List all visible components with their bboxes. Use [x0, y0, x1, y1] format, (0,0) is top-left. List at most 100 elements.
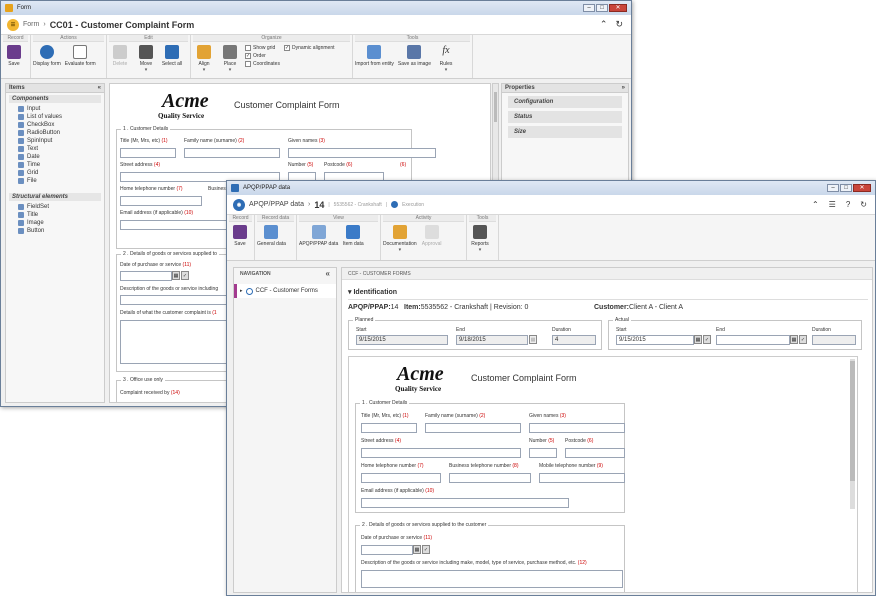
refresh-icon[interactable]: ↻ [615, 19, 623, 30]
property-section-status[interactable]: Status [508, 111, 622, 123]
save-button[interactable]: Save [3, 45, 25, 67]
email-input[interactable] [120, 220, 228, 230]
form-logo-icon: ☰ [7, 18, 19, 31]
group-label: Record [3, 35, 28, 42]
actual-end-input[interactable] [716, 335, 790, 345]
minimize-button[interactable]: – [827, 184, 839, 192]
number-input[interactable] [529, 448, 557, 458]
order-checkbox[interactable]: ✓ Order [245, 53, 280, 59]
save-as-image-button[interactable]: Save as image [398, 45, 431, 67]
close-button[interactable]: ✕ [853, 184, 871, 192]
save-button[interactable]: Save [229, 225, 251, 247]
postcode-input[interactable] [565, 448, 625, 458]
refresh-icon[interactable]: ↻ [860, 200, 867, 209]
group-label: Tools [469, 215, 496, 222]
file-icon [18, 178, 24, 184]
property-section-size[interactable]: Size [508, 126, 622, 138]
move-button[interactable]: Move ▾ [135, 45, 157, 73]
minimize-button[interactable]: – [583, 4, 595, 12]
breadcrumb-separator-icon: › [308, 201, 311, 208]
date-of-purchase-input[interactable] [120, 271, 172, 281]
apqp-window-title: APQP/PPAP data [243, 185, 291, 191]
component-item-button[interactable]: Button [6, 227, 104, 235]
component-item-file[interactable]: File [6, 177, 104, 185]
business-phone-input[interactable] [449, 473, 531, 483]
approval-button[interactable]: Approval [421, 225, 443, 247]
dynamic-alignment-checkbox[interactable]: ✓ Dynamic alignment [283, 45, 335, 51]
coordinates-checkbox[interactable]: Coordinates [245, 61, 280, 67]
rules-button[interactable]: fx Rules ▾ [435, 45, 457, 73]
identification-heading[interactable]: ▾ Identification [348, 288, 397, 296]
component-item-spininput[interactable]: SpinInput [6, 137, 104, 145]
property-section-configuration[interactable]: Configuration [508, 96, 622, 108]
help-icon[interactable]: ? [846, 200, 850, 209]
title-input[interactable] [120, 148, 176, 158]
date-clear-icon[interactable]: ✓ [703, 335, 711, 344]
import-from-entity-button[interactable]: Import from entity [355, 45, 394, 67]
family-name-input[interactable] [425, 423, 521, 433]
form-scrollbar[interactable] [850, 359, 855, 509]
breadcrumb[interactable]: Form [23, 21, 39, 28]
evaluate-form-button[interactable]: Evaluate form [65, 45, 96, 67]
display-form-button[interactable]: Display form [33, 45, 61, 67]
component-item-image[interactable]: Image [6, 219, 104, 227]
image-icon [407, 45, 422, 59]
navigation-header: NAVIGATION « [240, 269, 330, 278]
printer-icon [473, 225, 487, 239]
date-clear-icon[interactable]: ✓ [422, 545, 430, 554]
component-item-radiobutton[interactable]: RadioButton [6, 129, 104, 137]
given-names-input[interactable] [529, 423, 625, 433]
show-grid-checkbox[interactable]: Show grid [245, 45, 280, 51]
component-item-fieldset[interactable]: FieldSet [6, 203, 104, 211]
actual-start-input[interactable]: 9/15/2015 [616, 335, 694, 345]
power-icon [245, 287, 253, 295]
expand-panel-icon[interactable]: » [622, 84, 625, 92]
align-button[interactable]: Align ▾ [193, 45, 215, 73]
item-data-button[interactable]: Item data [342, 225, 364, 247]
select-all-button[interactable]: Select all [161, 45, 183, 67]
component-item-time[interactable]: Time [6, 161, 104, 169]
description-input[interactable] [361, 570, 623, 588]
home-phone-input[interactable] [361, 473, 441, 483]
street-address-input[interactable] [361, 448, 521, 458]
documentation-button[interactable]: Documentation ▾ [383, 225, 417, 253]
calendar-icon[interactable]: ▦ [790, 335, 798, 344]
close-button[interactable]: ✕ [609, 4, 627, 12]
date-of-purchase-input[interactable] [361, 545, 413, 555]
calendar-icon[interactable]: ▦ [694, 335, 702, 344]
component-item-text[interactable]: Text [6, 145, 104, 153]
delete-button[interactable]: Delete [109, 45, 131, 67]
component-item-list-of-values[interactable]: List of values [6, 113, 104, 121]
collapse-icon[interactable]: ⌃ [812, 200, 819, 209]
family-name-input[interactable] [184, 148, 280, 158]
collapse-icon[interactable]: ⌃ [600, 19, 608, 30]
email-input[interactable] [361, 498, 569, 508]
calendar-icon[interactable]: ▦ [413, 545, 421, 554]
title-input[interactable] [361, 423, 417, 433]
group-label: Tools [355, 35, 470, 42]
breadcrumb[interactable]: APQP/PPAP data [249, 201, 304, 208]
component-item-title[interactable]: Title [6, 211, 104, 219]
component-item-date[interactable]: Date [6, 153, 104, 161]
home-phone-input[interactable] [120, 196, 202, 206]
date-clear-icon[interactable]: ✓ [799, 335, 807, 344]
collapse-panel-icon[interactable]: « [326, 270, 330, 278]
maximize-button[interactable]: □ [840, 184, 852, 192]
mobile-phone-input[interactable] [539, 473, 625, 483]
component-item-checkbox[interactable]: CheckBox [6, 121, 104, 129]
component-item-input[interactable]: Input [6, 105, 104, 113]
place-button[interactable]: Place ▾ [219, 45, 241, 73]
date-clear-icon[interactable]: ✓ [181, 271, 189, 280]
list-icon[interactable]: ☰ [829, 200, 836, 209]
collapse-panel-icon[interactable]: « [98, 84, 101, 92]
given-names-input[interactable] [288, 148, 436, 158]
reports-button[interactable]: Reports ▾ [469, 225, 491, 253]
general-data-button[interactable]: General data [257, 225, 286, 247]
maximize-button[interactable]: □ [596, 4, 608, 12]
apqp-window-titlebar[interactable]: APQP/PPAP data – □ ✕ [227, 181, 875, 195]
component-item-grid[interactable]: Grid [6, 169, 104, 177]
form-window-titlebar[interactable]: Form – □ ✕ [1, 1, 631, 15]
calendar-icon[interactable]: ▦ [172, 271, 180, 280]
nav-item-ccf[interactable]: ▸ CCF - Customer Forms [234, 284, 336, 298]
apqp-data-button[interactable]: APQP/PPAP data [299, 225, 338, 247]
